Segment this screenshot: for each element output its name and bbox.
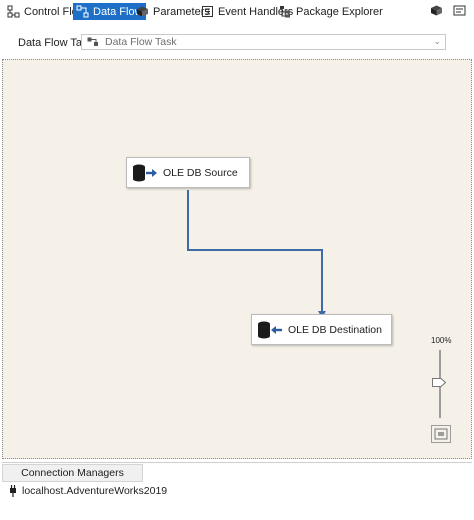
zoom-fit-icon xyxy=(434,428,448,440)
ole-db-source-icon xyxy=(133,164,157,181)
toolbar-right-icons xyxy=(430,4,466,17)
tab-package-explorer[interactable]: Package Explorer xyxy=(276,3,386,20)
control-flow-icon xyxy=(7,5,20,18)
connection-managers-tab[interactable]: Connection Managers xyxy=(2,464,143,482)
zoom-slider-thumb[interactable] xyxy=(432,378,446,387)
ole-db-source-component[interactable]: OLE DB Source xyxy=(126,157,250,188)
connection-managers-panel: Connection Managers localhost.AdventureW… xyxy=(2,462,472,519)
event-handlers-icon xyxy=(202,6,213,17)
task-selected-value: Data Flow Task xyxy=(105,36,177,48)
ole-db-destination-icon xyxy=(258,321,282,338)
data-flow-task-dropdown[interactable]: Data Flow Task ⌄ xyxy=(81,34,446,50)
parameters-icon xyxy=(137,6,148,17)
component-label: OLE DB Destination xyxy=(288,323,382,336)
chevron-down-icon: ⌄ xyxy=(433,36,441,46)
zoom-to-fit-button[interactable] xyxy=(431,425,451,443)
connection-manager-item[interactable]: localhost.AdventureWorks2019 xyxy=(8,485,167,497)
component-label: OLE DB Source xyxy=(163,166,238,179)
connection-plug-icon xyxy=(10,485,16,497)
data-flow-task-icon xyxy=(87,37,98,46)
connection-manager-label: localhost.AdventureWorks2019 xyxy=(22,485,168,497)
data-flow-icon xyxy=(76,5,89,18)
data-flow-path[interactable] xyxy=(3,60,473,460)
package-icon[interactable] xyxy=(430,4,443,17)
zoom-control: 100% xyxy=(427,336,457,446)
ole-db-destination-component[interactable]: OLE DB Destination xyxy=(251,314,392,345)
zoom-level: 100% xyxy=(431,336,452,345)
data-flow-design-surface[interactable]: OLE DB Source OLE DB Destination 100% xyxy=(2,59,472,459)
task-selector-row: Data Flow Task: Data Flow Task ⌄ xyxy=(0,26,474,58)
variables-icon[interactable] xyxy=(453,4,466,17)
tab-label: Package Explorer xyxy=(296,5,383,18)
designer-tab-bar: Control Flow Data Flow Parameters Event … xyxy=(0,0,474,24)
package-explorer-icon xyxy=(280,6,290,18)
